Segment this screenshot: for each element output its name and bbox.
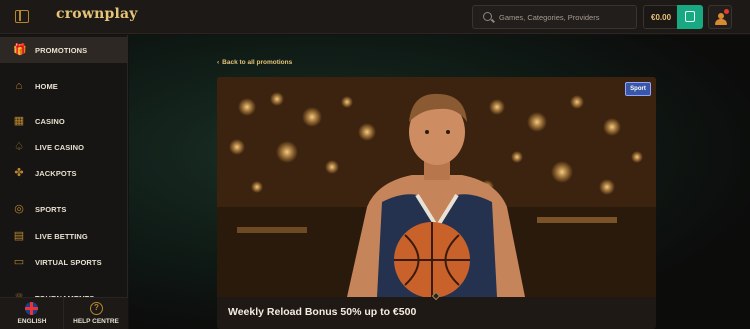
sidebar-item-virtual-sports[interactable]: ▭ VIRTUAL SPORTS bbox=[0, 249, 128, 275]
sidebar-item-casino[interactable]: ▦ CASINO bbox=[0, 108, 128, 134]
deposit-button[interactable] bbox=[677, 5, 703, 29]
home-icon: ⌂ bbox=[15, 80, 23, 92]
back-to-promotions-link[interactable]: ‹ Back to all promotions bbox=[217, 59, 292, 66]
sidebar-item-label: CASINO bbox=[35, 117, 65, 126]
sidebar-item-jackpots[interactable]: ✤ JACKPOTS bbox=[0, 160, 128, 186]
account-button[interactable] bbox=[708, 5, 732, 29]
language-label: ENGLISH bbox=[17, 318, 47, 325]
basketball-player-illustration bbox=[217, 77, 656, 298]
sidebar-item-label: SPORTS bbox=[35, 205, 67, 214]
sport-badge: Sport bbox=[625, 82, 651, 96]
back-link-label: Back to all promotions bbox=[222, 59, 293, 66]
notification-dot bbox=[724, 9, 729, 14]
sidebar: 🎁 PROMOTIONS ⌂ HOME ▦ CASINO ♤ LIVE CASI… bbox=[0, 35, 128, 329]
search-placeholder: Games, Categories, Providers bbox=[499, 13, 600, 22]
sidebar-item-sports[interactable]: ◎ SPORTS bbox=[0, 196, 128, 222]
site-logo[interactable]: crownplay bbox=[56, 6, 138, 22]
sidebar-toggle-icon[interactable] bbox=[15, 10, 29, 23]
language-selector[interactable]: ENGLISH bbox=[0, 298, 64, 329]
sidebar-item-label: JACKPOTS bbox=[35, 169, 77, 178]
sidebar-item-label: VIRTUAL SPORTS bbox=[35, 258, 102, 267]
sidebar-item-promotions[interactable]: 🎁 PROMOTIONS bbox=[0, 37, 128, 63]
promo-image: Sport bbox=[217, 77, 656, 298]
sidebar-item-label: LIVE BETTING bbox=[35, 232, 88, 241]
help-label: HELP CENTRE bbox=[73, 318, 119, 325]
help-centre-button[interactable]: ? HELP CENTRE bbox=[64, 298, 128, 329]
search-input[interactable]: Games, Categories, Providers bbox=[472, 5, 637, 29]
sidebar-item-label: LIVE CASINO bbox=[35, 143, 85, 152]
clover-icon: ✤ bbox=[14, 167, 24, 179]
gamepad-icon: ▭ bbox=[13, 256, 25, 268]
ball-icon: ◎ bbox=[14, 203, 24, 215]
slots-icon: ▦ bbox=[13, 115, 25, 127]
spade-icon: ♤ bbox=[14, 141, 24, 153]
balance-amount: €0.00 bbox=[651, 13, 672, 22]
sidebar-item-home[interactable]: ⌂ HOME bbox=[0, 73, 128, 99]
top-header: crownplay Games, Categories, Providers €… bbox=[0, 0, 750, 34]
sidebar-item-label: PROMOTIONS bbox=[35, 46, 88, 55]
sidebar-footer: ENGLISH ? HELP CENTRE bbox=[0, 297, 128, 329]
help-icon: ? bbox=[90, 302, 103, 315]
promo-title: Weekly Reload Bonus 50% up to €500 bbox=[228, 306, 417, 318]
gift-icon: 🎁 bbox=[13, 44, 27, 56]
sidebar-item-live-casino[interactable]: ♤ LIVE CASINO bbox=[0, 134, 128, 160]
chevron-left-icon: ‹ bbox=[217, 59, 220, 66]
search-icon bbox=[483, 12, 492, 21]
sidebar-item-live-betting[interactable]: ▤ LIVE BETTING bbox=[0, 223, 128, 249]
uk-flag-icon bbox=[25, 302, 38, 315]
sidebar-item-label: HOME bbox=[35, 82, 58, 91]
wallet-icon bbox=[685, 11, 695, 22]
main-content: ‹ Back to all promotions Sport Weekly Re… bbox=[129, 35, 750, 329]
promotion-card[interactable]: Sport Weekly Reload Bonus 50% up to €500 bbox=[217, 77, 656, 329]
live-betting-icon: ▤ bbox=[13, 230, 25, 242]
